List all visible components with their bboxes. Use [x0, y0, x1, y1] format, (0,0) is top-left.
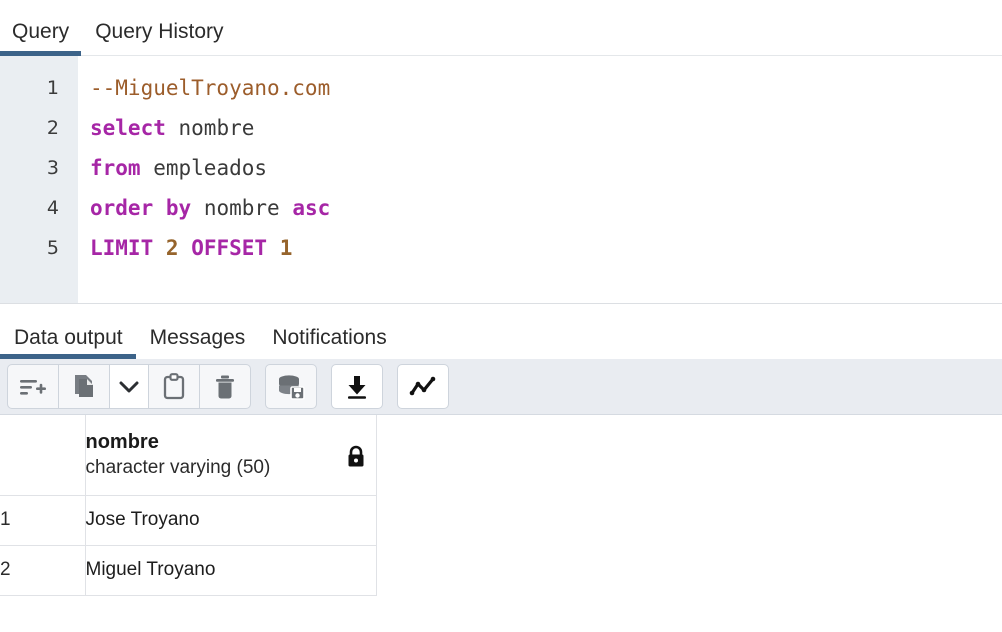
- tab-data-output[interactable]: Data output: [0, 327, 136, 359]
- paste-icon: [163, 373, 185, 400]
- sql-token-ident: empleados: [153, 156, 268, 180]
- graph-visualiser-icon: [409, 376, 437, 398]
- download-button-group: [331, 364, 383, 409]
- sql-code-line: --MiguelTroyano.com: [90, 68, 1002, 108]
- sql-code-line: from empleados: [90, 148, 1002, 188]
- sql-token-plain: [153, 236, 166, 260]
- row-number: 2: [0, 545, 86, 596]
- graph-visualiser-button-group: [397, 364, 449, 409]
- sql-token-plain: [141, 156, 154, 180]
- column-type: character varying (50): [85, 456, 271, 478]
- line-number: 4: [46, 197, 59, 219]
- column-header-nombre[interactable]: nombre character varying (50): [85, 415, 377, 496]
- line-number: 3: [46, 157, 59, 179]
- copy-options-dropdown-button[interactable]: [109, 364, 149, 409]
- column-name: nombre: [85, 430, 159, 453]
- save-data-changes-icon: [277, 374, 305, 400]
- tab-query-history[interactable]: Query History: [95, 21, 223, 55]
- sql-token-keyword: by: [165, 196, 192, 220]
- add-row-button[interactable]: [7, 364, 59, 409]
- data-output-grid: nombre character varying (50) 1 Jose Tro…: [0, 415, 377, 596]
- tab-query[interactable]: Query: [0, 21, 82, 56]
- chevron-down-icon: [119, 380, 139, 394]
- editor-line-number-gutter: 1 2 3 4 5: [0, 56, 78, 303]
- sql-token-keyword: OFFSET: [191, 236, 268, 260]
- query-tab-bar: Query Query History: [0, 0, 1002, 56]
- copy-icon: [72, 374, 96, 400]
- data-output-grid-wrapper: nombre character varying (50) 1 Jose Tro…: [0, 415, 1002, 632]
- sql-token-comment: --MiguelTroyano.com: [90, 76, 331, 100]
- add-row-icon: [19, 375, 47, 399]
- query-tool-window: Query Query History 1 2 3 4 5 --MiguelTr…: [0, 0, 1002, 632]
- sql-token-plain: [191, 196, 204, 220]
- sql-token-keyword: LIMIT: [90, 236, 154, 260]
- download-results-button[interactable]: [331, 364, 383, 409]
- sql-token-keyword: order: [90, 196, 154, 220]
- sql-token-ident: nombre: [203, 196, 280, 220]
- edit-button-group: [7, 364, 251, 409]
- line-number: 5: [46, 237, 59, 259]
- line-number: 1: [46, 77, 59, 99]
- sql-token-keyword: select: [90, 116, 166, 140]
- sql-token-plain: [280, 196, 293, 220]
- lock-icon: [346, 445, 366, 474]
- grid-header-row: nombre character varying (50): [0, 415, 377, 496]
- tab-messages[interactable]: Messages: [150, 327, 246, 359]
- row-number-header: [0, 415, 86, 496]
- sql-editor[interactable]: 1 2 3 4 5 --MiguelTroyano.com select nomb…: [0, 56, 1002, 304]
- delete-row-button[interactable]: [199, 364, 251, 409]
- download-icon: [345, 374, 369, 400]
- sql-token-plain: [179, 236, 192, 260]
- cell-nombre[interactable]: Jose Troyano: [85, 495, 377, 546]
- delete-icon: [214, 374, 236, 400]
- sql-token-plain: [267, 236, 280, 260]
- sql-code-line: order by nombre asc: [90, 188, 1002, 228]
- copy-button[interactable]: [58, 364, 110, 409]
- sql-code-area[interactable]: --MiguelTroyano.com select nombre from emp…: [78, 56, 1002, 303]
- sql-code-line: LIMIT 2 OFFSET 1: [90, 228, 1002, 268]
- sql-token-ident: nombre: [178, 116, 255, 140]
- sql-token-keyword: from: [90, 156, 141, 180]
- sql-token-keyword: asc: [292, 196, 331, 220]
- save-data-button-group: [265, 364, 317, 409]
- cell-nombre[interactable]: Miguel Troyano: [85, 545, 377, 596]
- sql-token-plain: [166, 116, 179, 140]
- sql-token-number: 1: [279, 236, 293, 260]
- row-number: 1: [0, 495, 86, 546]
- results-toolbar: [0, 359, 1002, 415]
- sql-code-line: select nombre: [90, 108, 1002, 148]
- sql-token-number: 2: [165, 236, 179, 260]
- sql-token-plain: [153, 196, 166, 220]
- graph-visualiser-button[interactable]: [397, 364, 449, 409]
- save-data-changes-button[interactable]: [265, 364, 317, 409]
- tab-notifications[interactable]: Notifications: [272, 327, 386, 359]
- table-row[interactable]: 2 Miguel Troyano: [0, 545, 377, 596]
- output-panel-tab-bar: Data output Messages Notifications: [0, 304, 1002, 359]
- line-number: 2: [46, 117, 59, 139]
- table-row[interactable]: 1 Jose Troyano: [0, 495, 377, 546]
- paste-button[interactable]: [148, 364, 200, 409]
